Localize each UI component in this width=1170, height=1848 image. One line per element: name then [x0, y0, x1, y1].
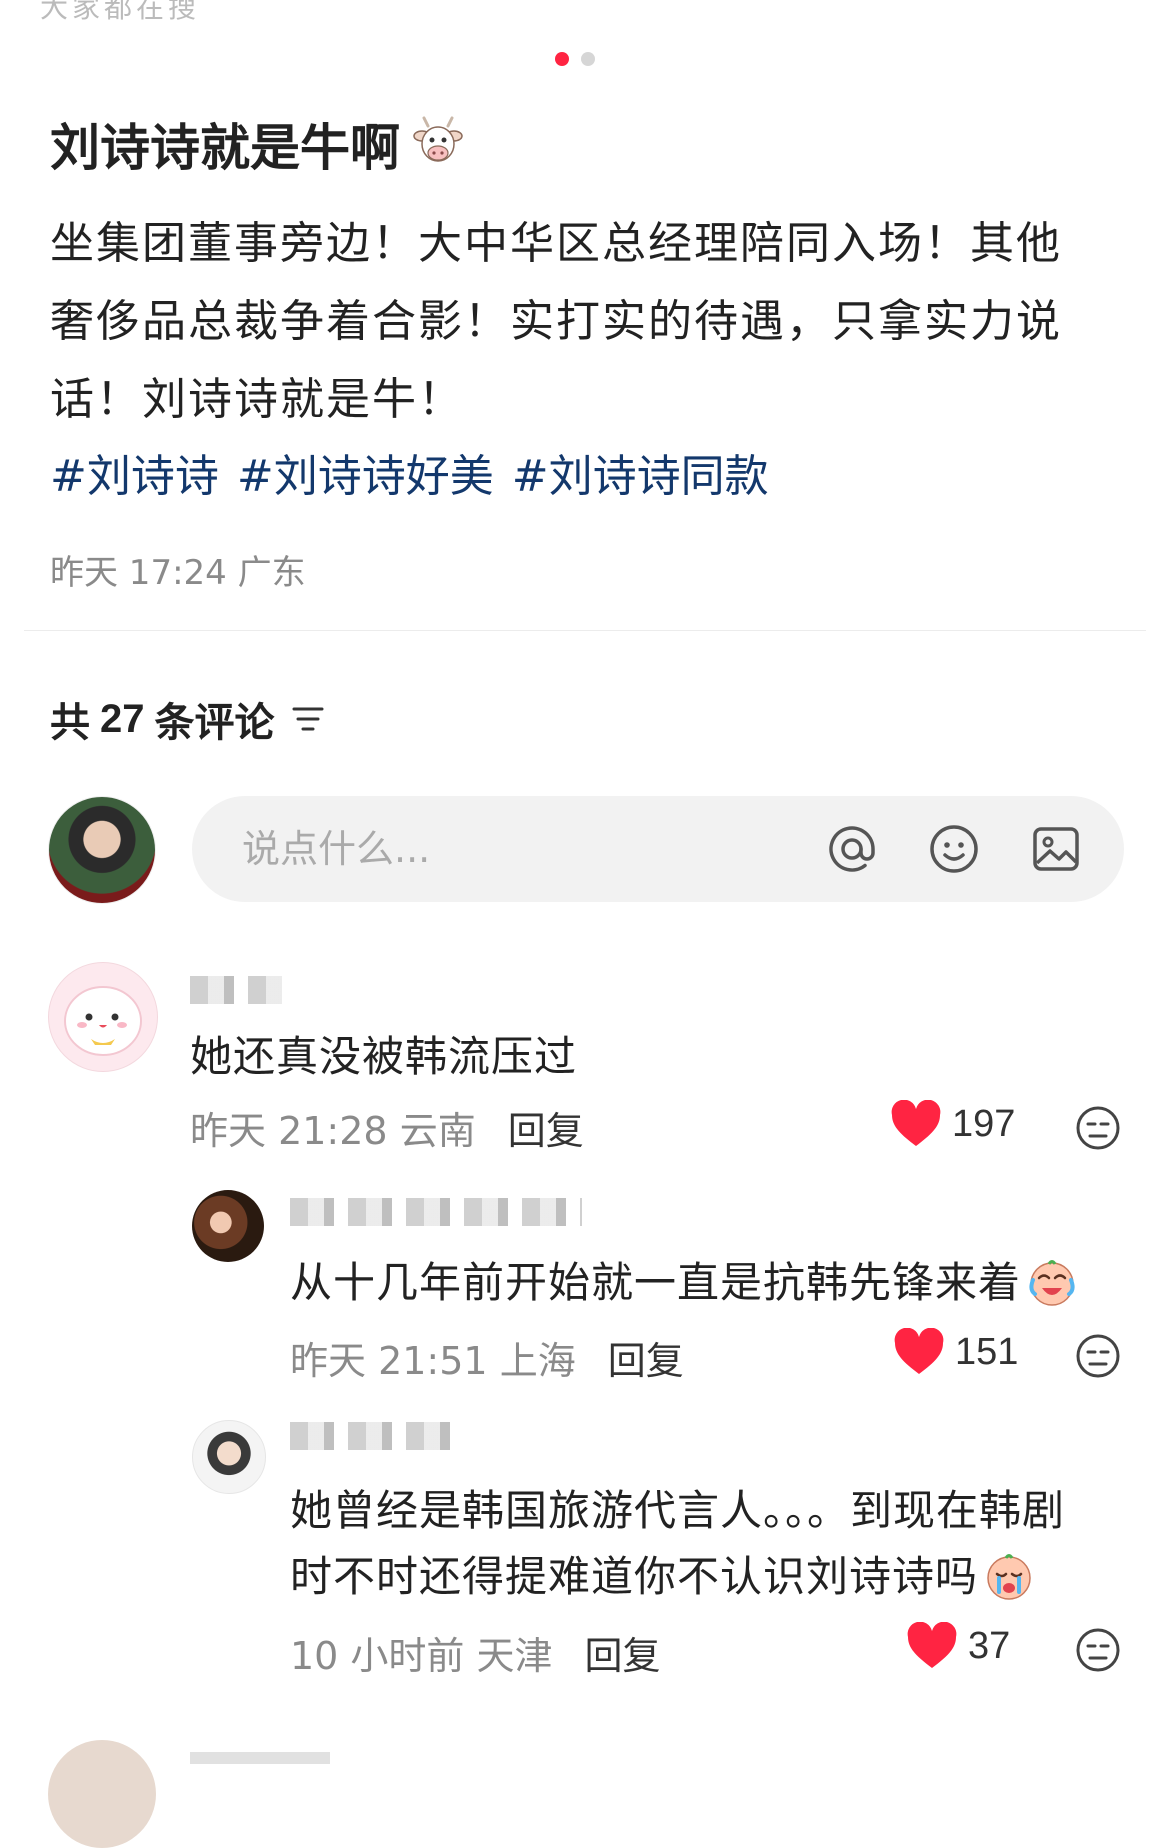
- post-meta: 昨天 17:24 广东: [50, 545, 306, 594]
- like-button[interactable]: 37: [906, 1622, 1010, 1670]
- reply-avatar[interactable]: [192, 1190, 264, 1262]
- like-count: 197: [952, 1102, 1016, 1145]
- carousel-dot-active: [555, 52, 569, 66]
- carousel-indicator: [555, 52, 595, 66]
- like-count: 37: [968, 1624, 1011, 1667]
- post-location: 广东: [237, 553, 306, 593]
- dislike-face-icon[interactable]: [1074, 1104, 1122, 1152]
- comment-time: 昨天 21:51: [290, 1339, 488, 1383]
- hashtag-link[interactable]: #刘诗诗同款: [512, 440, 769, 504]
- comment-time: 昨天 21:28: [190, 1109, 388, 1153]
- post-time: 昨天 17:24: [50, 553, 227, 593]
- hashtag-link[interactable]: #刘诗诗好美: [237, 440, 494, 504]
- like-count: 151: [955, 1330, 1019, 1373]
- comment-input-actions: [824, 821, 1084, 877]
- comment-meta: 昨天 21:28 云南 回复: [190, 1100, 584, 1155]
- comment-avatar[interactable]: [48, 1740, 156, 1848]
- comment-text: 从十几年前开始就一直是抗韩先锋来着: [290, 1258, 1022, 1307]
- dislike-face-icon[interactable]: [1074, 1626, 1122, 1674]
- hashtag-link[interactable]: #刘诗诗: [50, 440, 219, 504]
- dislike-face-icon[interactable]: [1074, 1332, 1122, 1380]
- sort-filter-icon[interactable]: [291, 704, 325, 734]
- commenter-name-blurred: [290, 1422, 452, 1450]
- comments-count-number: 27: [100, 696, 145, 741]
- emoji-icon[interactable]: [926, 821, 982, 877]
- comment-input[interactable]: [240, 826, 804, 872]
- crying-face-icon: [987, 1554, 1031, 1600]
- comment-location: 上海: [499, 1339, 576, 1383]
- image-icon[interactable]: [1028, 821, 1084, 877]
- cartoon-avatar-icon: [64, 986, 142, 1056]
- post-title: 刘诗诗就是牛啊: [50, 119, 400, 177]
- reply-button[interactable]: 回复: [585, 1625, 661, 1680]
- carousel-dot: [581, 52, 595, 66]
- laughing-crying-face-icon: [1029, 1260, 1075, 1306]
- like-button[interactable]: 197: [890, 1100, 1015, 1148]
- comment-time: 10 小时前: [290, 1634, 465, 1678]
- comment-text-line-row: 时不时还得提难道你不认识刘诗诗吗: [290, 1544, 1120, 1610]
- comment-text-block: 她曾经是韩国旅游代言人。。。到现在韩剧 时不时还得提难道你不认识刘诗诗吗: [290, 1478, 1120, 1610]
- comments-count-header[interactable]: 共 27 条评论: [50, 690, 325, 748]
- post-tags: #刘诗诗 #刘诗诗好美 #刘诗诗同款: [50, 440, 769, 504]
- commenter-name-blurred: [290, 1198, 582, 1226]
- heart-icon: [891, 1100, 941, 1146]
- heart-icon: [907, 1622, 957, 1668]
- reply-avatar[interactable]: [192, 1420, 266, 1494]
- commenter-name-blurred: [190, 1752, 330, 1764]
- divider: [24, 630, 1146, 631]
- comment-meta: 昨天 21:51 上海 回复: [290, 1330, 684, 1385]
- comment-text-line: 时不时还得提难道你不认识刘诗诗吗: [290, 1552, 979, 1601]
- current-user-avatar[interactable]: [48, 796, 156, 904]
- comment-meta: 10 小时前 天津 回复: [290, 1625, 661, 1680]
- comments-count-suffix: 条评论: [154, 700, 275, 746]
- at-mention-icon[interactable]: [824, 821, 880, 877]
- search-suggestion-cutoff: 大家都在搜: [40, 0, 201, 22]
- comment-location: 云南: [399, 1109, 476, 1153]
- reply-button[interactable]: 回复: [508, 1100, 584, 1155]
- reply-button[interactable]: 回复: [608, 1330, 684, 1385]
- post-body: 坐集团董事旁边！大中华区总经理陪同入场！其他奢侈品总裁争着合影！实打实的待遇，只…: [50, 218, 1062, 425]
- comment-avatar[interactable]: [48, 962, 158, 1072]
- comment-text-line: 她曾经是韩国旅游代言人。。。到现在韩剧: [290, 1486, 1066, 1535]
- comment-input-bar[interactable]: [192, 796, 1124, 902]
- comments-count-prefix: 共: [50, 700, 90, 746]
- like-button[interactable]: 151: [893, 1328, 1018, 1376]
- cow-face-icon: [413, 116, 463, 162]
- comment-text: 她还真没被韩流压过: [190, 1032, 578, 1081]
- comment-location: 天津: [476, 1634, 553, 1678]
- comment-text-row: 从十几年前开始就一直是抗韩先锋来着: [290, 1250, 1077, 1316]
- heart-icon: [894, 1328, 944, 1374]
- post-title-row: 刘诗诗就是牛啊: [50, 108, 466, 180]
- commenter-name-blurred: [190, 976, 282, 1004]
